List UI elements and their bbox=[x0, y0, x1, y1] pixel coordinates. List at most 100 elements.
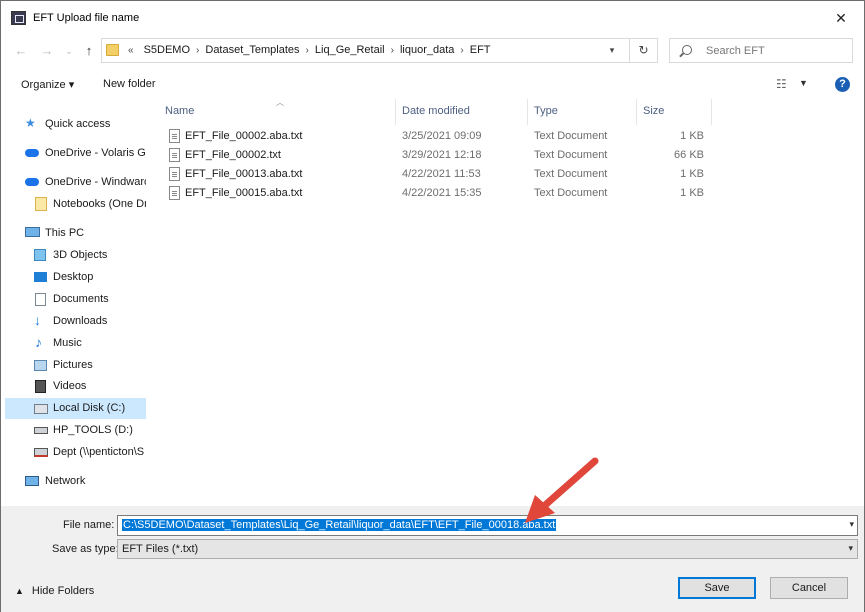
sidebar-item-label: Desktop bbox=[53, 271, 94, 283]
sidebar-item-desktop[interactable]: Desktop bbox=[5, 267, 146, 288]
file-name: EFT_File_00013.aba.txt bbox=[185, 168, 303, 180]
sidebar-item-label: HP_TOOLS (D:) bbox=[53, 424, 133, 436]
file-row[interactable]: EFT_File_00015.aba.txt 4/22/2021 15:35 T… bbox=[159, 184, 719, 203]
cancel-button[interactable]: Cancel bbox=[770, 577, 848, 599]
column-header-type[interactable]: Type bbox=[534, 105, 558, 117]
file-type: Text Document bbox=[534, 130, 608, 142]
sidebar-item-downloads[interactable]: ↓ Downloads bbox=[5, 311, 146, 332]
navigation-pane: ★ Quick access OneDrive - Volaris Gro On… bbox=[1, 103, 149, 501]
sidebar-item-label: Notebooks (One Dr bbox=[53, 198, 146, 210]
sidebar-item-label: OneDrive - Volaris Gro bbox=[45, 147, 146, 159]
text-file-icon bbox=[169, 186, 180, 200]
file-date: 3/25/2021 09:09 bbox=[402, 130, 482, 142]
sidebar-item-network[interactable]: Network bbox=[5, 471, 146, 492]
recent-locations-chevron-icon[interactable]: ⌄ bbox=[59, 41, 79, 61]
save-dialog: EFT Upload file name ✕ ← → ⌄ ↑ « S5DEMO … bbox=[0, 0, 865, 612]
folder-icon bbox=[106, 44, 119, 56]
sidebar-item-documents[interactable]: Documents bbox=[5, 289, 146, 310]
sidebar-item-dept[interactable]: Dept (\\penticton\S bbox=[5, 442, 146, 463]
breadcrumb-item[interactable]: Dataset_Templates bbox=[199, 44, 305, 56]
file-name-value[interactable]: C:\S5DEMO\Dataset_Templates\Liq_Ge_Retai… bbox=[122, 519, 557, 531]
up-arrow-icon[interactable]: ↑ bbox=[79, 41, 99, 61]
file-name-input[interactable]: C:\S5DEMO\Dataset_Templates\Liq_Ge_Retai… bbox=[117, 515, 858, 536]
address-bar[interactable]: « S5DEMO › Dataset_Templates › Liq_Ge_Re… bbox=[101, 38, 658, 63]
sidebar-item-notebooks[interactable]: Notebooks (One Dr bbox=[5, 194, 146, 215]
file-size: 1 KB bbox=[680, 168, 704, 180]
view-dropdown-icon[interactable]: ▼ bbox=[799, 78, 808, 88]
sidebar-item-label: OneDrive - Windwarc bbox=[45, 176, 146, 188]
breadcrumb: « S5DEMO › Dataset_Templates › Liq_Ge_Re… bbox=[124, 44, 497, 56]
sidebar-item-quick-access[interactable]: ★ Quick access bbox=[5, 114, 146, 135]
sidebar-item-3d-objects[interactable]: 3D Objects bbox=[5, 245, 146, 266]
column-header-date-modified[interactable]: Date modified bbox=[402, 105, 470, 117]
sidebar-item-label: Music bbox=[53, 337, 82, 349]
file-size: 1 KB bbox=[680, 130, 704, 142]
forward-arrow-icon[interactable]: → bbox=[37, 41, 57, 61]
sidebar-item-onedrive-volaris[interactable]: OneDrive - Volaris Gro bbox=[5, 143, 146, 164]
organize-button[interactable]: Organize ▾ bbox=[21, 78, 74, 91]
save-type-dropdown-icon[interactable]: ▾ bbox=[848, 543, 853, 554]
file-name-dropdown-icon[interactable]: ▾ bbox=[849, 519, 854, 530]
file-row[interactable]: EFT_File_00002.aba.txt 3/25/2021 09:09 T… bbox=[159, 127, 719, 146]
breadcrumb-item[interactable]: EFT bbox=[464, 44, 497, 56]
save-button[interactable]: Save bbox=[678, 577, 756, 599]
pictures-icon bbox=[34, 360, 47, 371]
text-file-icon bbox=[169, 148, 180, 162]
folder-icon bbox=[35, 197, 47, 211]
file-list: ︿ Name Date modified Type Size EFT_File_… bbox=[159, 97, 859, 497]
close-button[interactable]: ✕ bbox=[826, 5, 856, 31]
drive-icon bbox=[34, 427, 48, 434]
column-divider[interactable] bbox=[527, 99, 528, 125]
sidebar-item-label: This PC bbox=[45, 227, 85, 239]
view-options-icon[interactable]: ☷ bbox=[776, 77, 787, 91]
network-icon bbox=[25, 476, 39, 486]
breadcrumb-overflow[interactable]: « bbox=[124, 45, 138, 56]
sidebar-item-music[interactable]: ♪ Music bbox=[5, 333, 146, 354]
annotation-arrow bbox=[525, 457, 599, 523]
breadcrumb-item[interactable]: Liq_Ge_Retail bbox=[309, 44, 391, 56]
address-dropdown-icon[interactable]: ▾ bbox=[601, 39, 623, 62]
sidebar-item-label: Local Disk (C:) bbox=[53, 402, 126, 414]
file-type: Text Document bbox=[534, 168, 608, 180]
search-input[interactable]: Search EFT bbox=[669, 38, 853, 63]
text-file-icon bbox=[169, 129, 180, 143]
back-arrow-icon[interactable]: ← bbox=[11, 41, 31, 61]
file-date: 4/22/2021 15:35 bbox=[402, 187, 482, 199]
documents-icon bbox=[35, 293, 46, 306]
title-bar: EFT Upload file name ✕ bbox=[1, 1, 864, 35]
command-bar: Organize ▾ New folder ☷ ▼ ? bbox=[1, 69, 864, 99]
file-name: EFT_File_00002.aba.txt bbox=[185, 130, 303, 142]
sidebar-item-label: Quick access bbox=[45, 118, 111, 130]
file-name: EFT_File_00015.aba.txt bbox=[185, 187, 303, 199]
search-icon bbox=[682, 45, 692, 55]
star-icon: ★ bbox=[25, 116, 36, 130]
save-type-value: EFT Files (*.txt) bbox=[122, 543, 199, 555]
file-date: 3/29/2021 12:18 bbox=[402, 149, 482, 161]
breadcrumb-item[interactable]: liquor_data bbox=[394, 44, 460, 56]
sidebar-item-local-disk[interactable]: Local Disk (C:) bbox=[5, 398, 146, 419]
breadcrumb-item[interactable]: S5DEMO bbox=[138, 44, 196, 56]
save-type-select[interactable]: EFT Files (*.txt) ▾ bbox=[117, 539, 858, 559]
file-size: 1 KB bbox=[680, 187, 704, 199]
sidebar-item-pictures[interactable]: Pictures bbox=[5, 355, 146, 376]
sidebar-item-videos[interactable]: Videos bbox=[5, 376, 146, 397]
sidebar-item-label: Pictures bbox=[53, 359, 93, 371]
column-divider[interactable] bbox=[636, 99, 637, 125]
help-icon[interactable]: ? bbox=[835, 77, 850, 92]
column-divider[interactable] bbox=[395, 99, 396, 125]
refresh-icon[interactable]: ↻ bbox=[629, 39, 657, 62]
sidebar-item-onedrive-windward[interactable]: OneDrive - Windwarc bbox=[5, 172, 146, 193]
file-name: EFT_File_00002.txt bbox=[185, 149, 281, 161]
sidebar-item-hp-tools[interactable]: HP_TOOLS (D:) bbox=[5, 420, 146, 441]
column-header-name[interactable]: Name bbox=[165, 105, 194, 117]
save-type-label: Save as type: bbox=[52, 543, 119, 555]
desktop-icon bbox=[34, 272, 47, 282]
sidebar-item-this-pc[interactable]: This PC bbox=[5, 223, 146, 244]
file-row[interactable]: EFT_File_00013.aba.txt 4/22/2021 11:53 T… bbox=[159, 165, 719, 184]
column-header-size[interactable]: Size bbox=[643, 105, 664, 117]
save-form: File name: C:\S5DEMO\Dataset_Templates\L… bbox=[1, 506, 864, 612]
new-folder-button[interactable]: New folder bbox=[103, 78, 156, 90]
hide-folders-button[interactable]: ▲ Hide Folders bbox=[15, 585, 94, 597]
column-divider[interactable] bbox=[711, 99, 712, 125]
file-row[interactable]: EFT_File_00002.txt 3/29/2021 12:18 Text … bbox=[159, 146, 719, 165]
